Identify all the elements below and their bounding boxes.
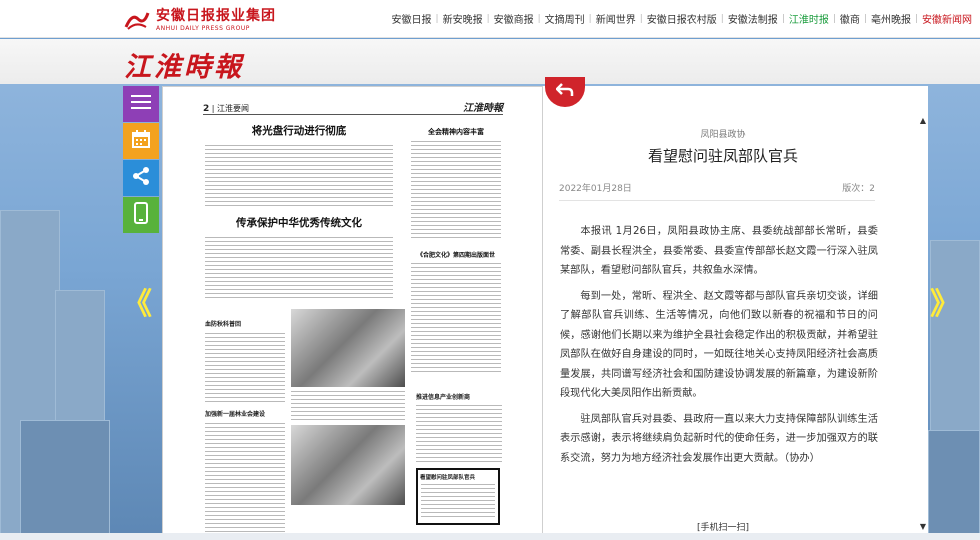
nav-anhui-business[interactable]: 安徽商报 bbox=[490, 11, 538, 26]
menu-button[interactable] bbox=[123, 86, 159, 122]
paper-headline: 传承保护中华优秀传统文化 bbox=[236, 217, 362, 229]
mobile-phone-icon bbox=[134, 202, 148, 228]
article-edition: 版次：2 bbox=[842, 184, 875, 194]
selected-article-headline: 看望慰问驻凤部队官兵 bbox=[420, 475, 476, 481]
logo-title: 安徽日报报业集团 bbox=[156, 7, 276, 24]
article-kicker: 凤阳县政协 bbox=[700, 130, 746, 140]
nav-anhui-rural[interactable]: 安徽日报农村版 bbox=[643, 11, 721, 26]
selected-article-highlight[interactable]: 看望慰问驻凤部队官兵 bbox=[416, 468, 500, 525]
nav-huishang[interactable]: 徽商 bbox=[836, 11, 864, 26]
calendar-button[interactable] bbox=[123, 123, 159, 159]
paper-headline: 推进信息产业创新商 bbox=[416, 394, 471, 401]
nav-anhui-legal[interactable]: 安徽法制报 bbox=[724, 11, 782, 26]
share-button[interactable] bbox=[123, 160, 159, 196]
paper-headline: 全会精神内容丰富 bbox=[428, 127, 484, 136]
article-date: 2022年01月28日 bbox=[559, 184, 632, 194]
paper-headline: 将光盘行动进行彻底 bbox=[251, 125, 347, 137]
scroll-up-icon[interactable]: ▲ bbox=[920, 116, 926, 125]
paper-headline: 《合肥文化》第四期出版面世 bbox=[416, 252, 495, 259]
newspaper-page-image[interactable]: 2 | 江淮要闻 江淮時報 将光盘行动进行彻底 传承保护中华优秀传统文化 全会精… bbox=[162, 86, 543, 540]
scroll-down-icon[interactable]: ▼ bbox=[920, 522, 926, 531]
press-group-logo-icon bbox=[124, 9, 150, 31]
article-paragraph: 每到一处，常昕、程洪全、赵文霞等都与部队官兵亲切交谈，详细了解部队官兵训练、生活… bbox=[560, 290, 878, 400]
nav-xinan-evening[interactable]: 新安晚报 bbox=[439, 11, 487, 26]
next-page-arrow[interactable]: 》 bbox=[930, 290, 960, 320]
publication-nav: 安徽日报 | 新安晚报 | 安徽商报 | 文摘周刊 | 新闻世界 | 安徽日报农… bbox=[388, 11, 976, 27]
article-panel: ▲ 凤阳县政协 看望慰问驻凤部队官兵 2022年01月28日 版次：2 本报讯 … bbox=[543, 86, 928, 540]
paper-headline: 加强新一届林业会建设 bbox=[205, 411, 266, 418]
mobile-version-button[interactable] bbox=[123, 197, 159, 233]
hamburger-menu-icon bbox=[131, 94, 151, 114]
share-icon bbox=[131, 166, 151, 190]
nav-anhui-daily[interactable]: 安徽日报 bbox=[388, 11, 436, 26]
masthead: 江淮時報 bbox=[0, 39, 980, 84]
paper-headline: 血防秋科普回 bbox=[205, 321, 242, 328]
qr-scan-label[interactable]: [手机扫一扫] bbox=[543, 520, 903, 533]
nav-jianghuai-times[interactable]: 江淮时报 bbox=[785, 11, 833, 26]
paper-photo bbox=[291, 309, 405, 387]
article-body: 本报讯 1月26日，凤阳县政协主席、县委统战部部长常昕，县委常委、副县长程洪全，… bbox=[560, 222, 878, 474]
article-paragraph: 驻凤部队官兵对县委、县政府一直以来大力支持保障部队训练生活表示感谢，表示将继续肩… bbox=[560, 413, 878, 464]
nav-anhui-news[interactable]: 安徽新闻网 bbox=[918, 11, 976, 26]
logo-subtitle: ANHUI DAILY PRESS GROUP bbox=[156, 24, 250, 32]
previous-page-arrow[interactable]: 《 bbox=[122, 290, 152, 320]
site-logo[interactable]: 安徽日报报业集团 ANHUI DAILY PRESS GROUP bbox=[124, 7, 276, 33]
article-meta: 2022年01月28日 版次：2 bbox=[559, 175, 875, 201]
article-paragraph: 本报讯 1月26日，凤阳县政协主席、县委统战部部长常昕，县委常委、副县长程洪全，… bbox=[560, 226, 878, 276]
nav-digest-weekly[interactable]: 文摘周刊 bbox=[541, 11, 589, 26]
nav-bozhou-evening[interactable]: 亳州晚报 bbox=[867, 11, 915, 26]
back-arrow-icon bbox=[555, 82, 574, 102]
bottom-strip bbox=[0, 533, 980, 540]
calendar-icon bbox=[131, 129, 151, 153]
paper-page-header: 2 | 江淮要闻 江淮時報 bbox=[203, 103, 503, 115]
article-title: 看望慰问驻凤部队官兵 bbox=[647, 147, 798, 165]
top-bar: 安徽日报报业集团 ANHUI DAILY PRESS GROUP 安徽日报 | … bbox=[0, 0, 980, 38]
paper-photo bbox=[291, 425, 405, 505]
nav-news-world[interactable]: 新闻世界 bbox=[592, 11, 640, 26]
masthead-title: 江淮時報 bbox=[124, 52, 244, 83]
